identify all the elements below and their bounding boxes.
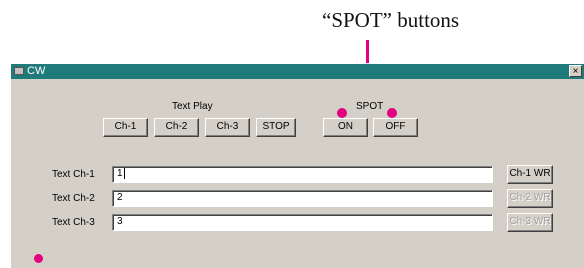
spot-on-button[interactable]: ON bbox=[323, 118, 368, 137]
text-caret bbox=[123, 167, 125, 179]
text-ch1-value: 1 bbox=[117, 168, 123, 179]
text-play-ch3-button[interactable]: Ch-3 bbox=[205, 118, 250, 137]
spot-label: SPOT bbox=[356, 101, 384, 112]
ch2-write-button[interactable]: Ch-2 WR bbox=[507, 189, 553, 208]
spot-off-button[interactable]: OFF bbox=[373, 118, 418, 137]
stop-button[interactable]: STOP bbox=[256, 118, 296, 137]
window-title: CW bbox=[27, 65, 46, 77]
text-ch3-value: 3 bbox=[117, 216, 123, 227]
text-ch2-label: Text Ch-2 bbox=[52, 193, 95, 204]
cw-window: CW × Text Play Ch-1 Ch-2 Ch-3 STOP SPOT … bbox=[10, 63, 584, 268]
spot-buttons-callout: “SPOT” buttons bbox=[322, 8, 460, 32]
text-play-label: Text Play bbox=[172, 101, 213, 112]
ch3-write-button[interactable]: Ch-3 WR bbox=[507, 213, 553, 232]
text-ch3-label: Text Ch-3 bbox=[52, 217, 95, 228]
callout-dot-on bbox=[337, 108, 347, 118]
text-ch3-input[interactable]: 3 bbox=[112, 214, 493, 231]
marker-dot bbox=[34, 254, 43, 263]
window-icon bbox=[14, 67, 24, 75]
text-play-ch2-button[interactable]: Ch-2 bbox=[154, 118, 199, 137]
text-ch2-input[interactable]: 2 bbox=[112, 190, 493, 207]
text-ch2-value: 2 bbox=[117, 192, 123, 203]
text-ch1-input[interactable]: 1 bbox=[112, 166, 493, 183]
title-bar: CW × bbox=[11, 64, 584, 79]
ch1-write-button[interactable]: Ch-1 WR bbox=[507, 165, 553, 184]
text-play-ch1-button[interactable]: Ch-1 bbox=[103, 118, 148, 137]
text-ch1-label: Text Ch-1 bbox=[52, 169, 95, 180]
callout-dot-off bbox=[387, 108, 397, 118]
close-button[interactable]: × bbox=[569, 65, 582, 77]
